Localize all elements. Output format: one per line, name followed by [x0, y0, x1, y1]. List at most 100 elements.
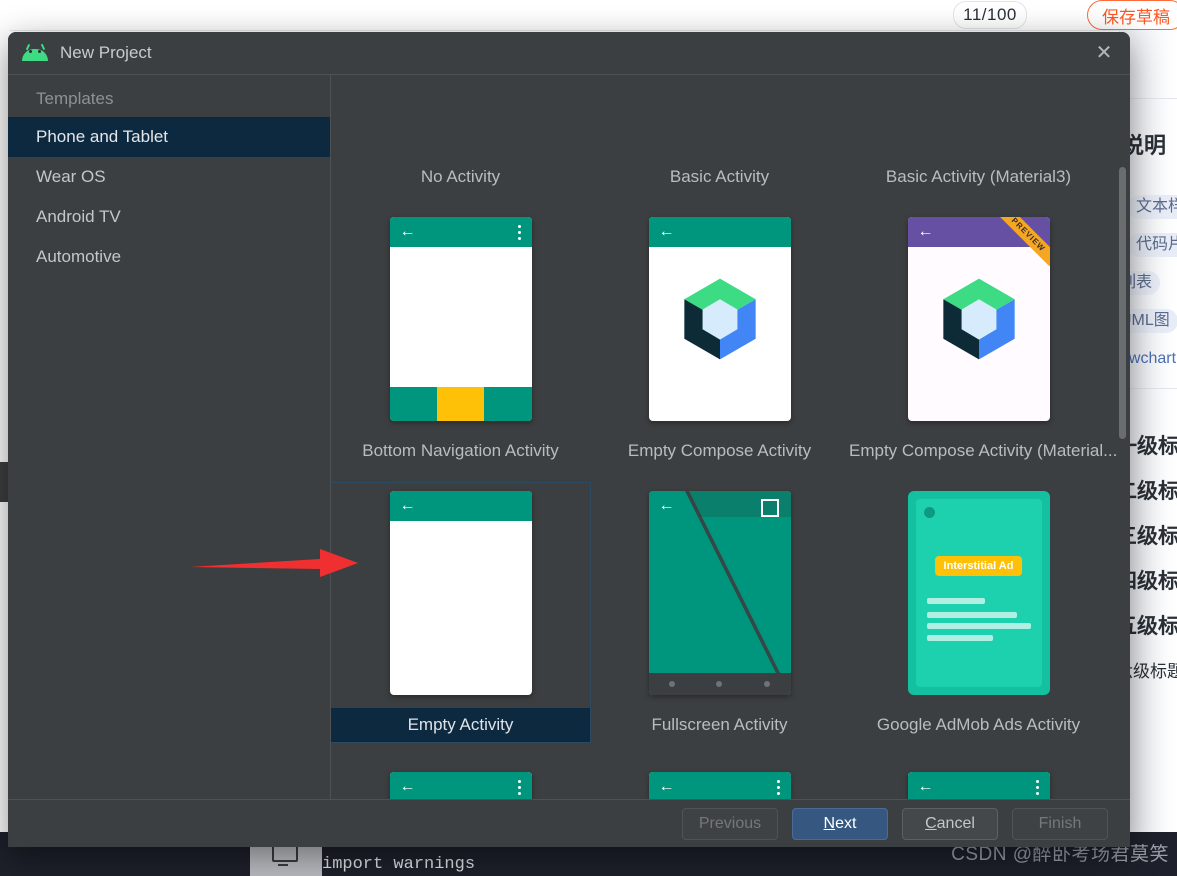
next-label-rest: ext: [835, 814, 857, 832]
chip-text-style[interactable]: 文本样式: [1128, 195, 1177, 219]
template-card-fullscreen-activity[interactable]: ← Fullscreen Activity: [590, 483, 849, 742]
template-label: Bottom Navigation Activity: [362, 441, 559, 460]
template-thumbnail: ← +: [649, 75, 791, 147]
template-card-partial[interactable]: ←: [849, 764, 1108, 800]
app-bar: ←: [648, 217, 791, 247]
app-bar: ←: [389, 491, 532, 521]
template-thumbnail: ←: [907, 772, 1050, 800]
template-thumbnail: ←: [648, 772, 791, 800]
template-thumbnail: ←: [389, 772, 532, 800]
cancel-label-rest: ancel: [936, 814, 975, 832]
templates-grid[interactable]: No Activity ← + Basic Activity: [331, 75, 1130, 800]
app-bar: ←: [389, 772, 532, 800]
overflow-menu-icon: [517, 225, 521, 240]
back-arrow-icon: ←: [399, 778, 416, 795]
camera-dot-icon: [923, 507, 935, 518]
sidebar-item-label: Phone and Tablet: [36, 127, 169, 146]
template-thumbnail: [390, 75, 532, 147]
template-row: ← Empty Activity ← Fullscreen Activity I…: [331, 482, 1130, 743]
template-card-empty-compose-activity[interactable]: ← Empty Compose Activity: [590, 209, 849, 461]
admob-screen: Interstitial Ad: [915, 499, 1042, 687]
template-label: Google AdMob Ads Activity: [876, 715, 1081, 734]
sidebar-item-wear-os[interactable]: Wear OS: [8, 157, 330, 197]
sidebar-item-label: Automotive: [36, 247, 122, 266]
template-card-google-admob-ads-activity[interactable]: Interstitial Ad Google AdMob Ads Activit…: [849, 483, 1108, 742]
templates-sidebar: Templates Phone and Tablet Wear OS Andro…: [8, 75, 331, 800]
placeholder-line: [926, 635, 993, 641]
template-thumbnail: Interstitial Ad: [907, 491, 1050, 695]
console-code-line: import warnings: [322, 855, 476, 874]
dialog-title: New Project: [60, 43, 152, 62]
template-card-partial[interactable]: ←: [590, 764, 849, 800]
template-label: Empty Activity: [331, 708, 590, 742]
template-row: No Activity ← + Basic Activity: [331, 75, 1130, 187]
system-nav-bar: [648, 673, 791, 695]
phone-mock: ←: [648, 217, 791, 421]
back-arrow-icon: ←: [917, 223, 934, 240]
template-thumbnail: ←: [389, 217, 532, 421]
template-label: No Activity: [420, 167, 501, 186]
jetpack-compose-logo-icon: [683, 278, 756, 360]
dialog-titlebar: New Project ✕: [8, 32, 1130, 74]
template-card-partial[interactable]: ←: [331, 764, 590, 800]
preview-ribbon: PREVIEW: [997, 217, 1050, 269]
sidebar-item-automotive[interactable]: Automotive: [8, 237, 330, 277]
back-arrow-icon: ←: [658, 778, 675, 795]
chip-code-snippet[interactable]: 代码片段: [1128, 233, 1177, 257]
template-label: Fullscreen Activity: [651, 715, 788, 734]
phone-mock: ←: [907, 772, 1050, 800]
template-card-empty-activity[interactable]: ← Empty Activity: [331, 482, 591, 743]
template-label: Empty Compose Activity (Material...: [849, 441, 1118, 460]
bottom-navigation-bar: [389, 387, 532, 421]
phone-mock: ←: [389, 491, 532, 695]
cancel-mnemonic: C: [925, 814, 937, 832]
back-arrow-icon: ←: [658, 223, 675, 240]
template-card-bottom-navigation-activity[interactable]: ← Bottom Navigation Activity: [331, 209, 590, 461]
new-project-dialog: New Project ✕ Templates Phone and Tablet…: [8, 32, 1130, 847]
finish-button[interactable]: Finish: [1012, 807, 1108, 840]
back-arrow-icon: ←: [917, 778, 934, 795]
app-bar: ←: [907, 772, 1050, 800]
placeholder-line: [926, 612, 1017, 618]
template-row: ← ← ←: [331, 764, 1130, 800]
phone-mock: ← PREVIEW: [907, 217, 1050, 421]
template-card-empty-compose-activity-material3[interactable]: ← PREVIEW Empty Compose Activity (Materi…: [849, 209, 1118, 461]
placeholder-line: [926, 598, 985, 604]
next-button[interactable]: Next: [792, 807, 888, 840]
dialog-button-bar: Previous Next Cancel Finish: [8, 799, 1130, 847]
save-draft-button[interactable]: 保存草稿: [1087, 0, 1177, 30]
app-bar: ←: [389, 217, 532, 247]
vertical-scrollbar[interactable]: [1119, 167, 1126, 439]
cancel-button[interactable]: Cancel: [902, 807, 998, 840]
template-thumbnail: ←: [648, 491, 791, 695]
template-row: ← Bottom Navigation Activity ← Empty Com…: [331, 209, 1130, 461]
phone-mock: ←: [648, 772, 791, 800]
phone-mock: ←: [648, 491, 791, 695]
android-icon: [22, 43, 48, 61]
template-card-basic-activity[interactable]: ← + Basic Activity: [590, 75, 849, 187]
sidebar-item-label: Wear OS: [36, 167, 106, 186]
template-label: Basic Activity: [669, 167, 770, 186]
next-mnemonic: N: [823, 814, 836, 832]
app-bar: ←: [648, 772, 791, 800]
sidebar-item-android-tv[interactable]: Android TV: [8, 197, 330, 237]
diagonal-divider-icon: [648, 491, 791, 695]
preview-ribbon-label: PREVIEW: [997, 217, 1050, 267]
back-arrow-icon: ←: [399, 497, 416, 514]
sidebar-item-phone-and-tablet[interactable]: Phone and Tablet: [8, 117, 330, 157]
template-thumbnail: ←: [389, 491, 532, 695]
template-card-no-activity[interactable]: No Activity: [331, 75, 590, 187]
template-thumbnail: ← PREVIEW: [907, 217, 1050, 421]
previous-button[interactable]: Previous: [682, 807, 778, 840]
phone-mock: ←: [389, 217, 532, 421]
phone-mock: ←: [389, 772, 532, 800]
character-counter: 11/100: [953, 1, 1027, 29]
template-card-basic-activity-material3[interactable]: ← + Basic Activity (Material3): [849, 75, 1108, 187]
overflow-menu-icon: [776, 780, 780, 795]
sidebar-group-label: Templates: [36, 89, 114, 108]
close-icon[interactable]: ✕: [1090, 40, 1118, 66]
template-label: Basic Activity (Material3): [885, 167, 1072, 186]
phone-mock: Interstitial Ad: [907, 491, 1050, 695]
template-thumbnail: ← +: [908, 75, 1050, 147]
template-label: Empty Compose Activity: [627, 441, 812, 460]
